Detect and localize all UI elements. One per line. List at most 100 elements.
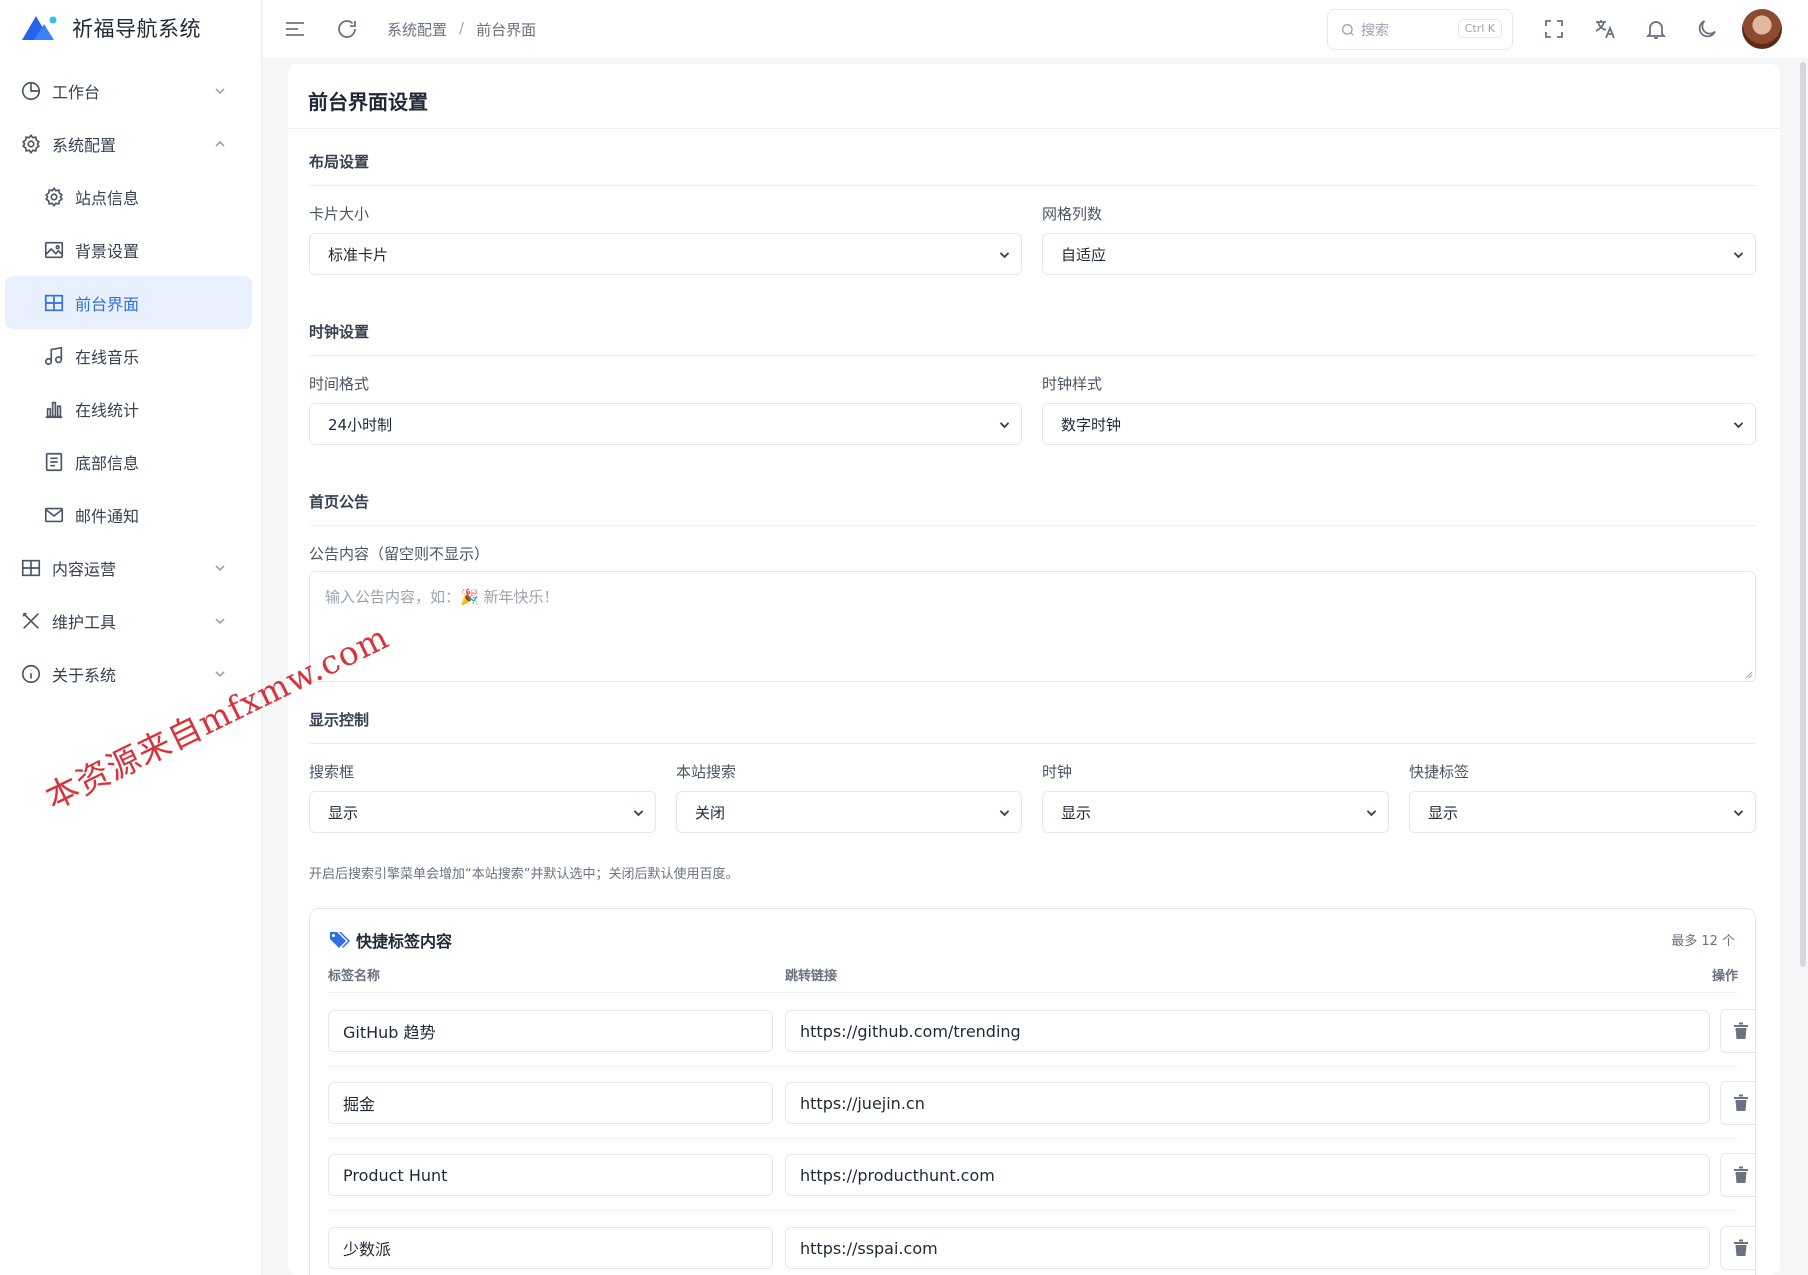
- section-title: 首页公告: [309, 493, 370, 511]
- grid-cols-label: 网格列数: [1042, 205, 1103, 223]
- delete-button[interactable]: [1720, 1009, 1755, 1053]
- quick-tags-panel: 快捷标签内容 最多 12 个 标签名称 跳转链接 操作 GitHub 趋势 ht…: [309, 908, 1756, 1275]
- section-notice: 首页公告: [309, 491, 1756, 526]
- select-value: 标准卡片: [328, 245, 389, 264]
- clock-select[interactable]: 显示: [1042, 791, 1389, 833]
- tag-url-input[interactable]: https://producthunt.com: [785, 1154, 1710, 1196]
- select-value: 显示: [1061, 803, 1092, 822]
- section-layout: 布局设置: [309, 151, 1756, 186]
- chevron-up-icon: [215, 140, 225, 147]
- chevron-down-icon: [215, 617, 225, 624]
- tag-name-value: Product Hunt: [343, 1165, 448, 1185]
- sidebar-item-footer[interactable]: 底部信息: [0, 435, 262, 488]
- divider: [328, 1066, 1737, 1067]
- chevron-down-icon: [215, 564, 225, 571]
- tag-name-input[interactable]: GitHub 趋势: [328, 1010, 773, 1052]
- fullscreen-icon[interactable]: [1542, 17, 1566, 41]
- chevron-down-icon: [1733, 422, 1744, 429]
- tools-icon: [22, 612, 39, 629]
- sidebar-item-workbench[interactable]: 工作台: [0, 64, 262, 117]
- image-icon: [44, 241, 64, 258]
- search-placeholder: 搜索: [1361, 22, 1389, 39]
- app-name: 祈福导航系统: [72, 17, 201, 41]
- card-size-select[interactable]: 标准卡片: [309, 233, 1022, 275]
- sidebar-item-label: 在线统计: [75, 400, 140, 420]
- divider: [288, 128, 1780, 129]
- col-header-action: 操作: [1712, 969, 1739, 984]
- select-value: 关闭: [695, 803, 726, 822]
- sidebar-item-site-info[interactable]: 站点信息: [0, 170, 262, 223]
- breadcrumb-item[interactable]: 系统配置: [387, 19, 447, 40]
- tag-url-input[interactable]: https://juejin.cn: [785, 1082, 1710, 1124]
- tag-url-input[interactable]: https://sspai.com: [785, 1227, 1710, 1269]
- avatar[interactable]: [1742, 9, 1782, 49]
- site-search-label: 本站搜索: [676, 763, 737, 781]
- tag-name-input[interactable]: Product Hunt: [328, 1154, 773, 1196]
- card-size-label: 卡片大小: [309, 205, 370, 223]
- document-icon: [45, 452, 63, 471]
- menu-toggle-icon[interactable]: [283, 17, 307, 41]
- select-value: 自适应: [1061, 245, 1107, 264]
- section-title: 时钟设置: [309, 323, 370, 341]
- clock-style-label: 时钟样式: [1042, 375, 1103, 393]
- delete-button[interactable]: [1720, 1226, 1755, 1270]
- textarea-placeholder: 输入公告内容，如：🎉 新年快乐！: [325, 588, 559, 606]
- delete-button[interactable]: [1720, 1153, 1755, 1197]
- sidebar-item-mail[interactable]: 邮件通知: [0, 488, 262, 541]
- grid-icon: [21, 559, 41, 576]
- section-clock: 时钟设置: [309, 321, 1756, 356]
- clock-icon: [21, 81, 41, 100]
- sidebar-item-frontend-ui[interactable]: 前台界面: [5, 276, 252, 329]
- tag-url-value: https://producthunt.com: [800, 1165, 995, 1185]
- notice-textarea[interactable]: 输入公告内容，如：🎉 新年快乐！: [309, 571, 1756, 682]
- chevron-down-icon: [1733, 252, 1744, 259]
- trash-icon: [1734, 1166, 1748, 1183]
- sidebar-item-maintenance[interactable]: 维护工具: [0, 594, 262, 647]
- chevron-down-icon: [1366, 810, 1377, 817]
- sidebar-item-label: 站点信息: [75, 188, 140, 208]
- divider: [328, 992, 1737, 993]
- sidebar-item-label: 关于系统: [52, 665, 117, 685]
- trash-icon: [1734, 1239, 1748, 1256]
- tag-name-input[interactable]: 掘金: [328, 1082, 773, 1124]
- sidebar-item-content-ops[interactable]: 内容运营: [0, 541, 262, 594]
- tag-name-value: 掘金: [343, 1095, 376, 1114]
- quick-tags-select[interactable]: 显示: [1409, 791, 1756, 833]
- tag-name-input[interactable]: 少数派: [328, 1227, 773, 1269]
- search-input[interactable]: 搜索 Ctrl K: [1327, 9, 1513, 50]
- sidebar-item-system-config[interactable]: 系统配置: [0, 117, 262, 170]
- tag-url-value: https://juejin.cn: [800, 1093, 925, 1113]
- delete-button[interactable]: [1720, 1081, 1755, 1125]
- search-shortcut: Ctrl K: [1457, 19, 1502, 38]
- sidebar-item-label: 工作台: [52, 82, 101, 102]
- site-search-select[interactable]: 关闭: [676, 791, 1022, 833]
- sidebar-item-background[interactable]: 背景设置: [0, 223, 262, 276]
- gear-icon: [22, 133, 40, 154]
- tag-icon: [330, 932, 350, 948]
- col-header-link: 跳转链接: [785, 969, 838, 984]
- chevron-down-icon: [215, 670, 225, 677]
- scrollbar[interactable]: [1800, 62, 1806, 967]
- translate-icon[interactable]: [1593, 17, 1617, 41]
- clock-style-select[interactable]: 数字时钟: [1042, 403, 1756, 445]
- sidebar-item-music[interactable]: 在线音乐: [0, 329, 262, 382]
- breadcrumb: 系统配置 / 前台界面: [387, 19, 536, 40]
- time-format-select[interactable]: 24小时制: [309, 403, 1022, 445]
- bell-icon[interactable]: [1644, 17, 1668, 41]
- moon-icon[interactable]: [1695, 17, 1719, 41]
- section-display: 显示控制: [309, 709, 1756, 744]
- refresh-icon[interactable]: [335, 17, 359, 41]
- bar-chart-icon: [45, 401, 63, 418]
- tag-url-input[interactable]: https://github.com/trending: [785, 1010, 1710, 1052]
- tag-name-value: 少数派: [343, 1240, 392, 1259]
- quick-tags-title-text: 快捷标签内容: [356, 932, 453, 951]
- site-search-hint: 开启后搜索引擎菜单会增加“本站搜索”并默认选中；关闭后默认使用百度。: [309, 867, 739, 882]
- search-box-select[interactable]: 显示: [309, 791, 656, 833]
- select-value: 24小时制: [328, 415, 393, 434]
- grid-cols-select[interactable]: 自适应: [1042, 233, 1756, 275]
- resize-handle-icon[interactable]: [1743, 669, 1753, 679]
- sidebar-item-about[interactable]: 关于系统: [0, 647, 262, 700]
- sidebar-item-stats[interactable]: 在线统计: [0, 382, 262, 435]
- app-logo[interactable]: 祈福导航系统: [20, 12, 201, 44]
- breadcrumb-separator: /: [459, 19, 465, 37]
